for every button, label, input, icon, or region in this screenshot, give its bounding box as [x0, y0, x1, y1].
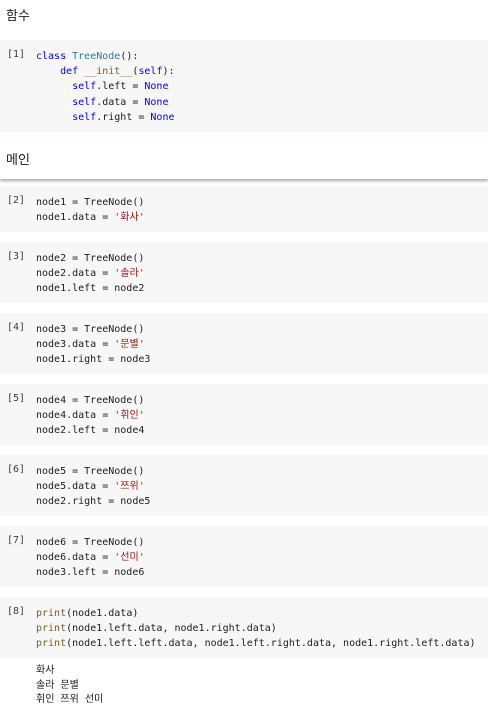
- code-editor[interactable]: node5 = TreeNode() node5.data = '쯔위' nod…: [36, 464, 150, 510]
- code-token: (node1.left.data, node1.right.data): [66, 623, 277, 635]
- cell-prompt: [5]: [7, 393, 26, 404]
- code-token: '화사': [114, 212, 145, 224]
- cell-prompt: [1]: [7, 49, 26, 60]
- code-token: (node1.left.left.data, node1.left.right.…: [66, 638, 476, 650]
- section-header-main[interactable]: 메인: [0, 137, 488, 179]
- code-token: None: [150, 111, 175, 123]
- output-line: 솔라 문별: [36, 679, 79, 691]
- code-editor[interactable]: node4 = TreeNode() node4.data = '휘인' nod…: [36, 393, 145, 439]
- code-editor[interactable]: node3 = TreeNode() node3.data = '문별' nod…: [36, 322, 150, 368]
- section-heading-functions: 함수: [6, 9, 30, 24]
- code-token: self: [72, 111, 97, 123]
- code-token: ):: [162, 66, 175, 78]
- cell-output: 화사 솔라 문별 휘인 쯔위 선미: [36, 664, 103, 708]
- code-token: print: [36, 638, 67, 650]
- code-token: self: [72, 81, 97, 93]
- code-token: node5 = TreeNode(): [36, 466, 145, 477]
- code-token: node1 = TreeNode(): [36, 197, 145, 208]
- code-token: node2 = TreeNode(): [36, 253, 145, 264]
- code-token: node3 = TreeNode(): [36, 324, 145, 335]
- code-token: node3.left = node6: [36, 567, 145, 579]
- code-cell-4[interactable]: [4] node3 = TreeNode() node3.data = '문별'…: [0, 313, 488, 374]
- code-token: node5.data =: [36, 481, 115, 493]
- cell-prompt: [3]: [7, 251, 26, 262]
- code-editor[interactable]: class TreeNode(): def __init__(self): se…: [36, 49, 175, 125]
- code-token: '휘인': [114, 410, 145, 422]
- code-editor[interactable]: print(node1.data) print(node1.left.data,…: [36, 606, 476, 652]
- code-token: TreeNode: [72, 51, 121, 62]
- code-cell-8[interactable]: [8] print(node1.data) print(node1.left.d…: [0, 597, 488, 658]
- code-token: node1.left = node2: [36, 283, 145, 295]
- code-token: node4.data =: [36, 410, 115, 422]
- code-cell-5[interactable]: [5] node4 = TreeNode() node4.data = '휘인'…: [0, 384, 488, 445]
- code-editor[interactable]: node1 = TreeNode() node1.data = '화사': [36, 195, 145, 225]
- code-token: node1.right = node3: [36, 354, 151, 366]
- code-token: '쯔위': [114, 481, 145, 493]
- code-token: node6.data =: [36, 552, 115, 564]
- code-token: node2.left = node4: [36, 425, 145, 437]
- code-cell-6[interactable]: [6] node5 = TreeNode() node5.data = '쯔위'…: [0, 455, 488, 516]
- code-token: def: [60, 66, 79, 78]
- code-token: (node1.data): [66, 608, 139, 619]
- output-line: 휘인 쯔위 선미: [36, 694, 104, 705]
- code-cell-3[interactable]: [3] node2 = TreeNode() node2.data = '솔라'…: [0, 242, 488, 303]
- code-token: ():: [120, 51, 139, 62]
- code-token: '선미': [114, 552, 145, 564]
- cell-prompt: [8]: [7, 606, 26, 617]
- code-cell-7[interactable]: [7] node6 = TreeNode() node6.data = '선미'…: [0, 526, 488, 587]
- code-token: node2.data =: [36, 268, 115, 280]
- code-token: node2.right = node5: [36, 496, 151, 508]
- code-token: node6 = TreeNode(): [36, 537, 145, 548]
- code-token: node1.data =: [36, 212, 115, 224]
- code-token: '문별': [114, 339, 145, 351]
- code-token: '솔라': [114, 268, 145, 280]
- code-token: .left =: [96, 81, 145, 93]
- code-token: print: [36, 623, 67, 635]
- code-token: node3.data =: [36, 339, 115, 351]
- cell-prompt: [6]: [7, 464, 26, 475]
- code-token: print: [36, 608, 67, 619]
- code-token: None: [144, 81, 169, 93]
- output-line: 화사: [36, 665, 55, 676]
- code-token: self: [138, 66, 163, 78]
- code-token: node4 = TreeNode(): [36, 395, 145, 406]
- code-editor[interactable]: node2 = TreeNode() node2.data = '솔라' nod…: [36, 251, 145, 297]
- code-token: None: [144, 96, 169, 108]
- section-heading-main: 메인: [6, 153, 30, 168]
- code-token: self: [72, 96, 97, 108]
- code-token: __init__: [84, 66, 133, 78]
- code-cell-2[interactable]: [2] node1 = TreeNode() node1.data = '화사': [0, 186, 488, 232]
- cell-prompt: [2]: [7, 195, 26, 206]
- code-token: class: [36, 51, 67, 62]
- code-editor[interactable]: node6 = TreeNode() node6.data = '선미' nod…: [36, 535, 145, 581]
- code-token: .right =: [96, 111, 151, 123]
- cell-prompt: [7]: [7, 535, 26, 546]
- code-cell-1[interactable]: [1] class TreeNode(): def __init__(self)…: [0, 40, 488, 132]
- cell-prompt: [4]: [7, 322, 26, 333]
- code-token: .data =: [96, 96, 145, 108]
